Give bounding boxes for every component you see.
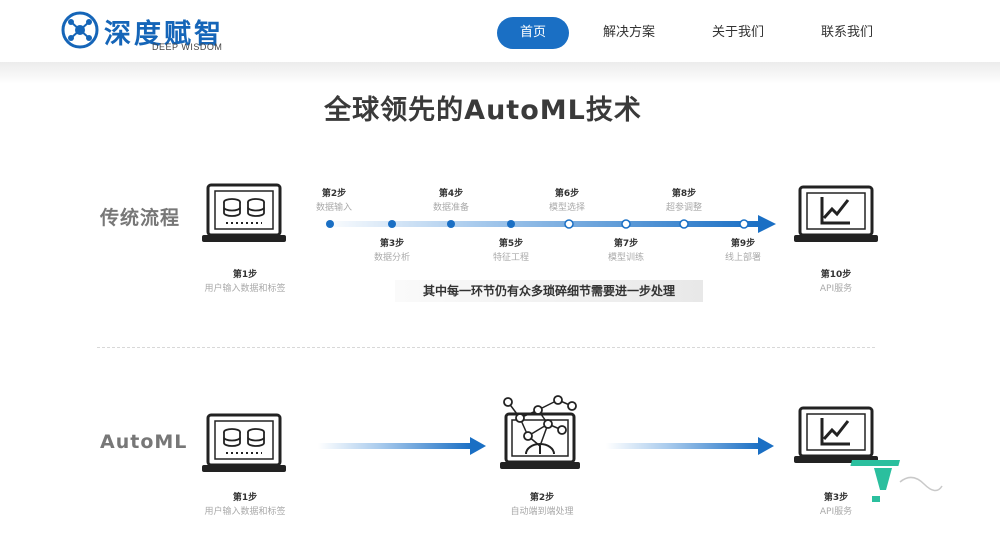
laptop-database-icon (202, 183, 286, 242)
watermark-icon (850, 460, 943, 502)
trad-step-6-desc: 模型选择 (548, 203, 585, 213)
gradient-arrow-2 (606, 437, 774, 455)
section-divider (97, 347, 875, 348)
trad-step-6-number: 第6步 (554, 189, 580, 199)
brain-network-icon (61, 11, 99, 49)
trad-step-7-desc: 模型训练 (607, 253, 644, 263)
automl-step-1-desc: 用户输入数据和标签 (204, 507, 286, 517)
nav-home[interactable]: 首页 (497, 17, 569, 49)
laptop-chart-icon (794, 185, 878, 242)
trad-step-2-desc: 数据输入 (315, 203, 352, 213)
page-title: 全球领先的AutoML技术 (324, 95, 642, 126)
trad-step-4-desc: 数据准备 (432, 203, 469, 213)
site-header: 深度赋智 DEEP WISDOM 首页 解决方案 关于我们 联系我们 (0, 0, 1000, 68)
trad-step-3-number: 第3步 (379, 239, 405, 249)
trad-step-9-desc: 线上部署 (724, 253, 761, 263)
trad-step-8-desc: 超参调整 (665, 203, 702, 213)
trad-step-3-desc: 数据分析 (373, 253, 410, 263)
timeline-arrow (320, 215, 776, 233)
gradient-arrow-1 (318, 437, 486, 455)
trad-step-7-number: 第7步 (613, 239, 639, 249)
trad-step-9-number: 第9步 (730, 239, 756, 249)
laptop-network-icon (500, 395, 580, 469)
automl-step-1-number: 第1步 (232, 493, 258, 503)
trad-step-8-number: 第8步 (671, 189, 697, 199)
automl-step-2-number: 第2步 (529, 493, 555, 503)
nav-solutions[interactable]: 解决方案 (596, 17, 662, 49)
trad-step-1-number: 第1步 (232, 270, 258, 280)
trad-step-4-number: 第4步 (438, 189, 464, 199)
nav-contact[interactable]: 联系我们 (814, 17, 880, 49)
trad-step-1-desc: 用户输入数据和标签 (204, 284, 286, 294)
traditional-note: 其中每一环节仍有众多琐碎细节需要进一步处理 (395, 280, 703, 302)
automl-label: AutoML (100, 431, 188, 453)
nav-about[interactable]: 关于我们 (705, 17, 771, 49)
logo[interactable]: 深度赋智 DEEP WISDOM (60, 10, 230, 54)
traditional-label: 传统流程 (100, 207, 181, 229)
trad-step-5-number: 第5步 (498, 239, 524, 249)
laptop-database-icon (202, 413, 286, 472)
automl-step-2-desc: 自动端到端处理 (510, 507, 574, 517)
logo-subtitle: DEEP WISDOM (152, 42, 223, 52)
trad-step-10-desc: API服务 (819, 284, 853, 294)
laptop-chart-icon (794, 406, 878, 463)
header-shadow (0, 62, 1000, 84)
trad-step-5-desc: 特征工程 (492, 253, 529, 263)
trad-step-2-number: 第2步 (321, 189, 347, 199)
trad-step-10-number: 第10步 (820, 270, 852, 280)
